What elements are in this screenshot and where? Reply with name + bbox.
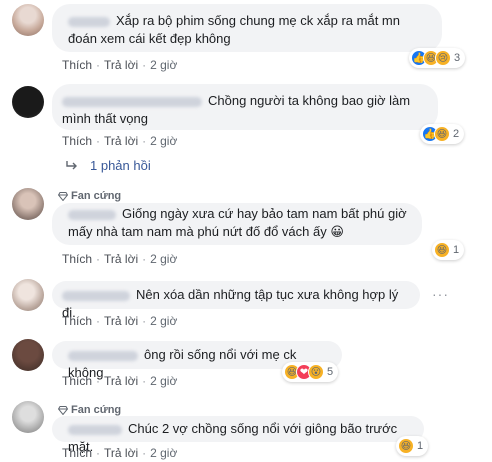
comment-bubble: Giống ngày xưa cứ hay bảo tam nam bất ph… (52, 203, 422, 245)
reply-link[interactable]: Trả lời (104, 58, 138, 72)
comment-actions: Thích · Trả lời · 2 giờ (62, 446, 178, 460)
avatar[interactable] (12, 279, 44, 311)
fan-badge: Fan cứng (58, 190, 121, 202)
comment-actions: Thích · Trả lời · 2 giờ (62, 134, 178, 148)
avatar[interactable] (12, 401, 44, 433)
reaction-summary[interactable]: 👍 😆 2 (420, 124, 465, 144)
reaction-count: 1 (417, 440, 424, 452)
timestamp[interactable]: 2 giờ (150, 314, 177, 328)
like-link[interactable]: Thích (62, 252, 92, 266)
reaction-summary[interactable]: 👍 😆 😢 3 (409, 48, 466, 68)
comment-bubble: Chồng người ta không bao giờ làm mình th… (52, 84, 438, 130)
author-name[interactable] (68, 209, 116, 220)
author-name[interactable] (62, 96, 202, 107)
reaction-count: 2 (453, 128, 460, 140)
reaction-count: 3 (454, 52, 461, 64)
comment-actions: Thích · Trả lời · 2 giờ (62, 314, 178, 328)
timestamp[interactable]: 2 giờ (150, 252, 177, 266)
like-link[interactable]: Thích (62, 314, 92, 328)
timestamp[interactable]: 2 giờ (150, 58, 177, 72)
avatar[interactable] (12, 339, 44, 371)
timestamp[interactable]: 2 giờ (150, 374, 177, 388)
haha-reaction-icon: 😆 (434, 242, 450, 258)
reply-link[interactable]: Trả lời (104, 314, 138, 328)
reaction-count: 5 (327, 366, 334, 378)
view-replies-link[interactable]: 1 phản hồi (66, 158, 151, 173)
sad-reaction-icon: 😢 (435, 50, 451, 66)
author-name[interactable] (68, 424, 122, 435)
author-name[interactable] (62, 290, 130, 301)
comment-bubble: Xắp ra bộ phim sống chung mẹ ck xắp ra m… (52, 4, 442, 52)
haha-reaction-icon: 😆 (434, 126, 450, 142)
avatar[interactable] (12, 188, 44, 220)
author-name[interactable] (68, 16, 110, 27)
reply-link[interactable]: Trả lời (104, 134, 138, 148)
comment-actions: Thích · Trả lời · 2 giờ (62, 374, 178, 388)
like-link[interactable]: Thích (62, 58, 92, 72)
wow-reaction-icon: 😮 (308, 364, 324, 380)
timestamp[interactable]: 2 giờ (150, 134, 177, 148)
more-options-icon[interactable]: ··· (432, 286, 449, 302)
reaction-summary[interactable]: 😆 1 (432, 240, 465, 260)
like-link[interactable]: Thích (62, 134, 92, 148)
comment-text: Xắp ra bộ phim sống chung mẹ ck xắp ra m… (68, 13, 400, 46)
replies-count[interactable]: 1 phản hồi (90, 158, 151, 173)
avatar[interactable] (12, 4, 44, 36)
like-link[interactable]: Thích (62, 446, 92, 460)
author-name[interactable] (68, 350, 138, 361)
comment-bubble: Chúc 2 vợ chồng sống nổi với giông bão t… (52, 416, 424, 454)
avatar[interactable] (12, 86, 44, 118)
diamond-icon (58, 405, 68, 415)
diamond-icon (58, 191, 68, 201)
like-link[interactable]: Thích (62, 374, 92, 388)
reply-link[interactable]: Trả lời (104, 374, 138, 388)
comment-actions: Thích · Trả lời · 2 giờ (62, 252, 178, 266)
comment-text: Giống ngày xưa cứ hay bảo tam nam bất ph… (68, 206, 407, 239)
haha-reaction-icon: 😆 (398, 438, 414, 454)
reaction-summary[interactable]: 😆 ❤ 😮 5 (282, 362, 339, 382)
comment-bubble: Nên xóa dần những tập tục xưa không hợp … (52, 281, 420, 320)
reply-link[interactable]: Trả lời (104, 446, 138, 460)
reply-link[interactable]: Trả lời (104, 252, 138, 266)
reaction-count: 1 (453, 244, 460, 256)
fan-badge: Fan cứng (58, 404, 121, 416)
comment-actions: Thích · Trả lời · 2 giờ (62, 58, 178, 72)
reaction-summary[interactable]: 😆 1 (396, 436, 429, 456)
reply-arrow-icon (66, 160, 77, 169)
timestamp[interactable]: 2 giờ (150, 446, 177, 460)
